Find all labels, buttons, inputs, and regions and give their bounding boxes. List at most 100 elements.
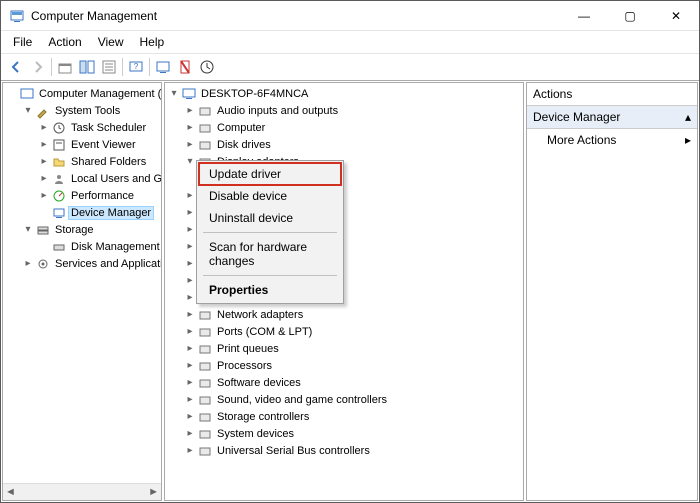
category-label: Universal Serial Bus controllers [215,445,372,457]
twisty-icon[interactable] [183,292,197,303]
menu-help[interactable]: Help [132,33,173,51]
category-icon [197,358,213,374]
app-icon [9,8,25,24]
twisty-icon[interactable] [183,105,197,116]
twisty-icon[interactable] [183,428,197,439]
twisty-icon[interactable] [183,190,197,201]
device-category[interactable]: Disk drives [183,136,523,153]
close-button[interactable]: ✕ [653,1,699,30]
actions-section[interactable]: Device Manager ▴ [527,106,697,129]
twisty-icon[interactable] [21,258,35,269]
horizontal-scrollbar[interactable]: ◄► [3,483,161,500]
twisty-icon[interactable] [183,241,197,252]
help-button[interactable]: ? [125,56,147,78]
twisty-icon[interactable] [21,105,35,116]
device-category[interactable]: Ports (COM & LPT) [183,323,523,340]
device-category[interactable]: System devices [183,425,523,442]
device-category[interactable]: Audio inputs and outputs [183,102,523,119]
category-icon [197,426,213,442]
console-tree-pane: Computer Management (Local) System Tools… [2,82,162,501]
tree-performance[interactable]: Performance [37,187,161,204]
folder-icon [51,154,67,170]
twisty-icon[interactable] [183,275,197,286]
device-category[interactable]: Software devices [183,374,523,391]
device-category[interactable]: Computer [183,119,523,136]
twisty-icon[interactable] [183,139,197,150]
tree-shared-folders[interactable]: Shared Folders [37,153,161,170]
menu-action[interactable]: Action [40,33,89,51]
context-item[interactable]: Properties [199,279,341,301]
update-driver-button[interactable] [196,56,218,78]
tools-icon [35,103,51,119]
twisty-icon[interactable] [183,122,197,133]
category-icon [197,103,213,119]
svg-text:?: ? [134,62,139,71]
category-label: System devices [215,428,296,440]
device-manager-icon [51,205,67,221]
menu-file[interactable]: File [5,33,40,51]
uninstall-button[interactable] [174,56,196,78]
services-icon [35,256,51,272]
twisty-icon[interactable] [183,258,197,269]
back-button[interactable] [5,56,27,78]
device-category[interactable]: Network adapters [183,306,523,323]
tree-task-scheduler[interactable]: Task Scheduler [37,119,161,136]
users-icon [51,171,67,187]
up-button[interactable] [54,56,76,78]
tree-system-tools[interactable]: System Tools [21,102,161,119]
context-item[interactable]: Uninstall device [199,207,341,229]
twisty-icon[interactable] [183,224,197,235]
twisty-icon[interactable] [167,88,181,99]
context-item[interactable]: Scan for hardware changes [199,236,341,272]
twisty-icon[interactable] [183,411,197,422]
category-label: Print queues [215,343,281,355]
tree-storage[interactable]: Storage [21,221,161,238]
menubar: File Action View Help [1,31,699,53]
tree-local-users[interactable]: Local Users and Groups [37,170,161,187]
toolbar: ? [1,53,699,80]
tree-event-viewer[interactable]: Event Viewer [37,136,161,153]
context-item[interactable]: Update driver [199,163,341,185]
more-actions-item[interactable]: More Actions ▸ [527,129,697,151]
tree-services[interactable]: Services and Applications [21,255,161,272]
twisty-icon[interactable] [183,377,197,388]
twisty-icon[interactable] [183,156,197,167]
category-icon [197,443,213,459]
twisty-icon[interactable] [183,445,197,456]
category-icon [197,120,213,136]
twisty-icon[interactable] [183,207,197,218]
category-icon [197,324,213,340]
tree-disk-management[interactable]: Disk Management [37,238,161,255]
device-root[interactable]: DESKTOP-6F4MNCA [167,85,523,102]
window-controls: — ▢ ✕ [561,1,699,30]
device-category[interactable]: Processors [183,357,523,374]
twisty-icon[interactable] [21,224,35,235]
actions-header: Actions [527,83,697,106]
scan-hardware-button[interactable] [152,56,174,78]
maximize-button[interactable]: ▢ [607,1,653,30]
minimize-button[interactable]: — [561,1,607,30]
properties-button[interactable] [98,56,120,78]
category-label: Processors [215,360,274,372]
twisty-icon[interactable] [183,326,197,337]
context-item[interactable]: Disable device [199,185,341,207]
category-icon [197,137,213,153]
twisty-icon[interactable] [183,360,197,371]
category-label: Computer [215,122,267,134]
tree-device-manager[interactable]: Device Manager [37,204,161,221]
twisty-icon[interactable] [183,394,197,405]
device-category[interactable]: Storage controllers [183,408,523,425]
device-category[interactable]: Universal Serial Bus controllers [183,442,523,459]
device-category[interactable]: Print queues [183,340,523,357]
titlebar: Computer Management — ▢ ✕ [1,1,699,31]
device-category[interactable]: Sound, video and game controllers [183,391,523,408]
menu-view[interactable]: View [90,33,132,51]
window-title: Computer Management [31,9,561,23]
collapse-icon: ▴ [685,110,691,124]
show-hide-tree-button[interactable] [76,56,98,78]
tree-root[interactable]: Computer Management (Local) [5,85,161,102]
twisty-icon[interactable] [183,343,197,354]
category-label: Storage controllers [215,411,311,423]
forward-button[interactable] [27,56,49,78]
twisty-icon[interactable] [183,309,197,320]
